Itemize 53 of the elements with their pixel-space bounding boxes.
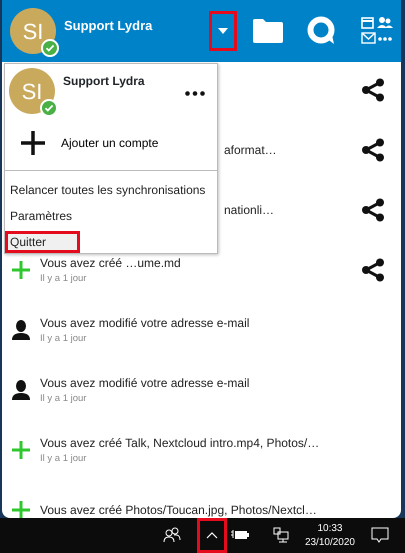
people-icon — [162, 527, 181, 544]
menu-item[interactable]: Paramètres — [5, 205, 217, 227]
activity-text: Vous avez créé Photos/Toucan.jpg, Photos/Nextcl… — [40, 502, 318, 518]
network-icon — [272, 527, 289, 544]
more-icon — [185, 91, 205, 96]
folder-icon — [253, 18, 283, 43]
activity-text: Vous avez créé …ume.md — [40, 254, 182, 272]
clock-date: 23/10/2020 — [304, 536, 355, 549]
notification-icon — [371, 527, 389, 544]
activity-text: Vous avez créé Talk, Nextcloud intro.mp4, Photos/… — [40, 434, 320, 452]
share-icon — [361, 78, 385, 102]
share-button[interactable] — [361, 78, 385, 102]
person-icon — [12, 320, 30, 340]
share-icon — [361, 198, 385, 222]
chat-bubble-icon — [307, 16, 337, 46]
share-button[interactable] — [361, 258, 385, 282]
chevron-up-icon — [206, 532, 218, 539]
activity-text: nationli… — [224, 202, 276, 219]
share-icon — [361, 258, 385, 282]
plus-icon — [12, 441, 30, 459]
caret-icon — [218, 28, 228, 34]
clock-time: 10:33 — [316, 522, 344, 536]
check-mark-icon — [44, 103, 54, 113]
apps-icon — [361, 16, 393, 46]
person-icon — [12, 380, 30, 400]
share-button[interactable] — [361, 138, 385, 162]
check-mark-icon — [45, 43, 55, 53]
plus-icon — [12, 501, 30, 518]
dropdown-button[interactable] — [209, 11, 237, 51]
add-account-button[interactable]: Ajouter un compte — [5, 120, 217, 166]
share-button[interactable] — [361, 198, 385, 222]
avatar-initials: SI — [22, 18, 44, 46]
battery-icon — [230, 529, 249, 542]
activity-time: Il y a 1 jour — [40, 392, 88, 406]
activity-text: Vous avez modifié votre adresse e-mail — [40, 314, 250, 332]
activity-text: Vous avez modifié votre adresse e-mail — [40, 374, 250, 392]
plus-icon — [12, 261, 30, 279]
menu-item[interactable]: Relancer toutes les synchronisations — [5, 179, 217, 201]
show-hidden-icons-button[interactable] — [196, 518, 227, 553]
avatar-initials: SI — [22, 78, 42, 106]
files-button[interactable] — [253, 18, 283, 44]
activity-time: Il y a 1 jour — [40, 332, 88, 346]
share-icon — [361, 138, 385, 162]
plus-icon — [21, 131, 45, 155]
activity-text: aformat… — [224, 142, 278, 159]
activity-time: Il y a 1 jour — [40, 452, 88, 466]
activity-time: Il y a 1 jour — [40, 272, 88, 286]
menu-item[interactable]: Quitter — [5, 231, 80, 253]
talk-button[interactable] — [307, 16, 337, 46]
apps-button[interactable] — [361, 16, 393, 46]
clock[interactable]: 10:33 23/10/2020 — [304, 522, 355, 549]
account-name: Support Lydra — [64, 17, 154, 35]
account-name: Support Lydra — [63, 73, 146, 90]
